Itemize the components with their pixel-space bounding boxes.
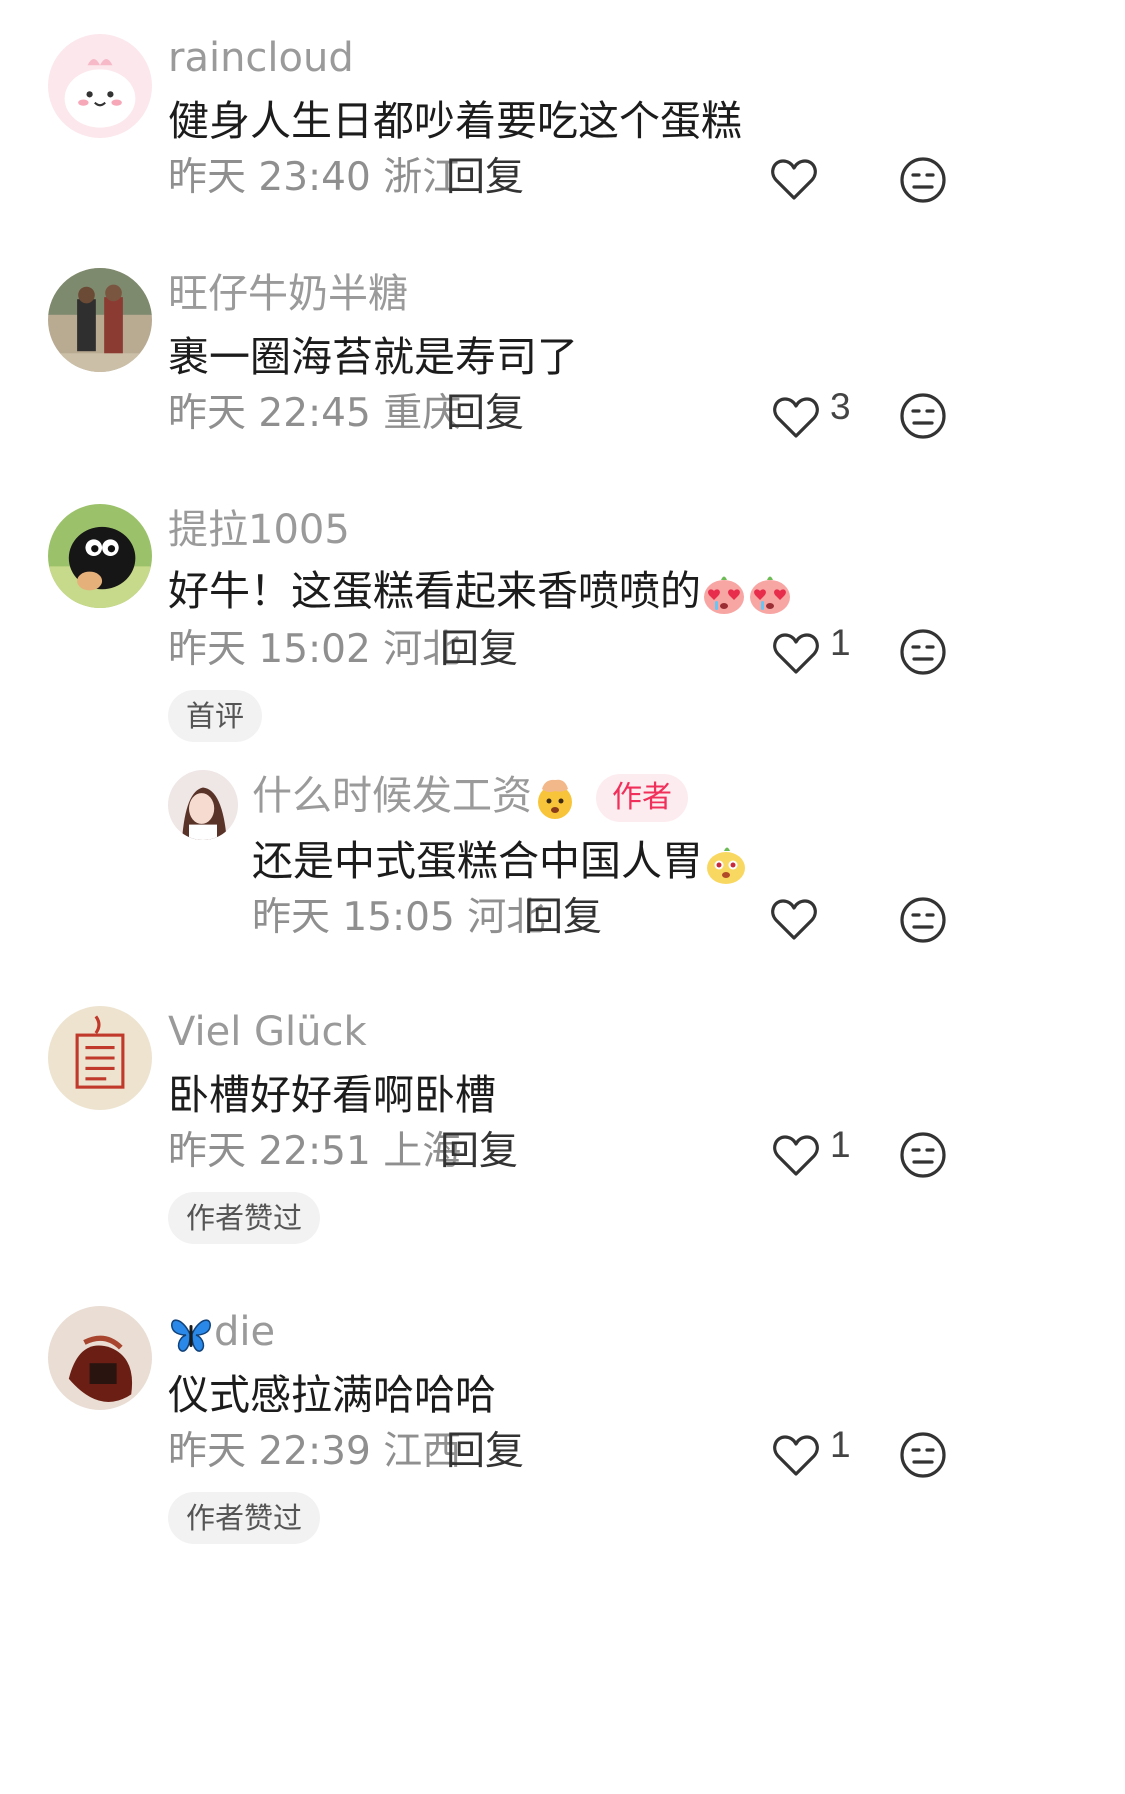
comment-text: 还是中式蛋糕合中国人胃 <box>252 836 749 887</box>
sticker-face-icon <box>703 841 749 887</box>
comment-text: 仪式感拉满哈哈哈 <box>168 1371 496 1419</box>
comment-text-content: 好牛！这蛋糕看起来香喷喷的 <box>168 567 701 615</box>
like-button[interactable] <box>770 152 860 212</box>
avatar[interactable] <box>48 268 152 372</box>
username[interactable]: raincloud <box>168 34 354 82</box>
neutral-face-icon <box>900 1132 946 1178</box>
heart-outline-icon <box>773 1135 819 1176</box>
neutral-face-icon <box>900 897 946 943</box>
comment-meta: 昨天 23:40 浙江 <box>168 154 461 202</box>
butterfly-emoji-icon <box>168 1311 214 1357</box>
like-count: 3 <box>830 386 851 427</box>
heart-eyes-sticker-icon <box>701 571 747 617</box>
reply-button[interactable]: 回复 <box>446 390 524 438</box>
comment-meta: 昨天 15:05 河北 <box>252 894 545 942</box>
comment-text: 好牛！这蛋糕看起来香喷喷的 <box>168 566 793 617</box>
comment-meta: 昨天 22:39 江西 <box>168 1428 461 1476</box>
comment-time: 昨天 22:45 <box>168 391 371 436</box>
reply-button[interactable]: 回复 <box>440 626 518 674</box>
dislike-button[interactable] <box>898 1130 948 1180</box>
username[interactable]: 什么时候发工资 <box>252 773 532 819</box>
reply-button[interactable]: 回复 <box>446 154 524 202</box>
dislike-button[interactable] <box>898 155 948 205</box>
reply-button[interactable]: 回复 <box>446 1428 524 1476</box>
author-badge: 作者 <box>596 774 688 822</box>
dislike-button[interactable] <box>898 627 948 677</box>
author-liked-tag: 作者赞过 <box>168 1192 321 1244</box>
like-count: 1 <box>830 622 851 663</box>
neutral-face-icon <box>900 629 946 675</box>
comment-text: 健身人生日都吵着要吃这个蛋糕 <box>168 97 742 145</box>
like-button[interactable]: 1 <box>772 1124 862 1188</box>
comment-text-content: 还是中式蛋糕合中国人胃 <box>252 837 703 885</box>
comment-meta: 昨天 22:45 重庆 <box>168 390 461 438</box>
username-row: die <box>168 1308 275 1357</box>
dislike-button[interactable] <box>898 1430 948 1480</box>
like-count: 1 <box>830 1124 851 1165</box>
avatar[interactable] <box>48 504 152 608</box>
reply-button[interactable]: 回复 <box>440 1128 518 1176</box>
heart-outline-icon <box>773 1435 819 1476</box>
like-count: 1 <box>830 1424 851 1465</box>
avatar[interactable] <box>168 770 238 840</box>
comment-text: 卧槽好好看啊卧槽 <box>168 1071 496 1119</box>
comment-time: 昨天 15:02 <box>168 627 371 672</box>
comment-text: 裹一圈海苔就是寿司了 <box>168 333 578 381</box>
dislike-button[interactable] <box>898 391 948 441</box>
like-button[interactable]: 1 <box>772 1424 862 1488</box>
username[interactable]: Viel Glück <box>168 1008 367 1056</box>
username[interactable]: 旺仔牛奶半糖 <box>168 270 408 318</box>
comment-meta: 昨天 22:51 上海 <box>168 1128 461 1176</box>
heart-outline-icon <box>771 899 817 940</box>
heart-outline-icon <box>771 159 817 200</box>
username-row: 什么时候发工资 作者 <box>252 772 688 822</box>
heart-outline-icon <box>773 397 819 438</box>
comment-meta: 昨天 15:02 河北 <box>168 626 461 674</box>
heart-outline-icon <box>773 633 819 674</box>
exploding-head-emoji-icon <box>532 775 578 821</box>
comment-time: 昨天 23:40 <box>168 155 371 200</box>
username[interactable]: 提拉1005 <box>168 506 350 554</box>
avatar[interactable] <box>48 34 152 138</box>
author-liked-tag: 作者赞过 <box>168 1492 321 1544</box>
like-button[interactable]: 3 <box>772 386 862 450</box>
first-comment-tag: 首评 <box>168 690 263 742</box>
username[interactable]: die <box>214 1309 275 1355</box>
like-button[interactable]: 1 <box>772 622 862 686</box>
neutral-face-icon <box>900 157 946 203</box>
avatar[interactable] <box>48 1306 152 1410</box>
like-button[interactable] <box>770 892 860 952</box>
neutral-face-icon <box>900 1432 946 1478</box>
avatar[interactable] <box>48 1006 152 1110</box>
comment-time: 昨天 22:39 <box>168 1429 371 1474</box>
comment-time: 昨天 22:51 <box>168 1129 371 1174</box>
heart-eyes-sticker-icon <box>747 571 793 617</box>
neutral-face-icon <box>900 393 946 439</box>
dislike-button[interactable] <box>898 895 948 945</box>
comment-time: 昨天 15:05 <box>252 895 455 940</box>
reply-button[interactable]: 回复 <box>524 894 602 942</box>
